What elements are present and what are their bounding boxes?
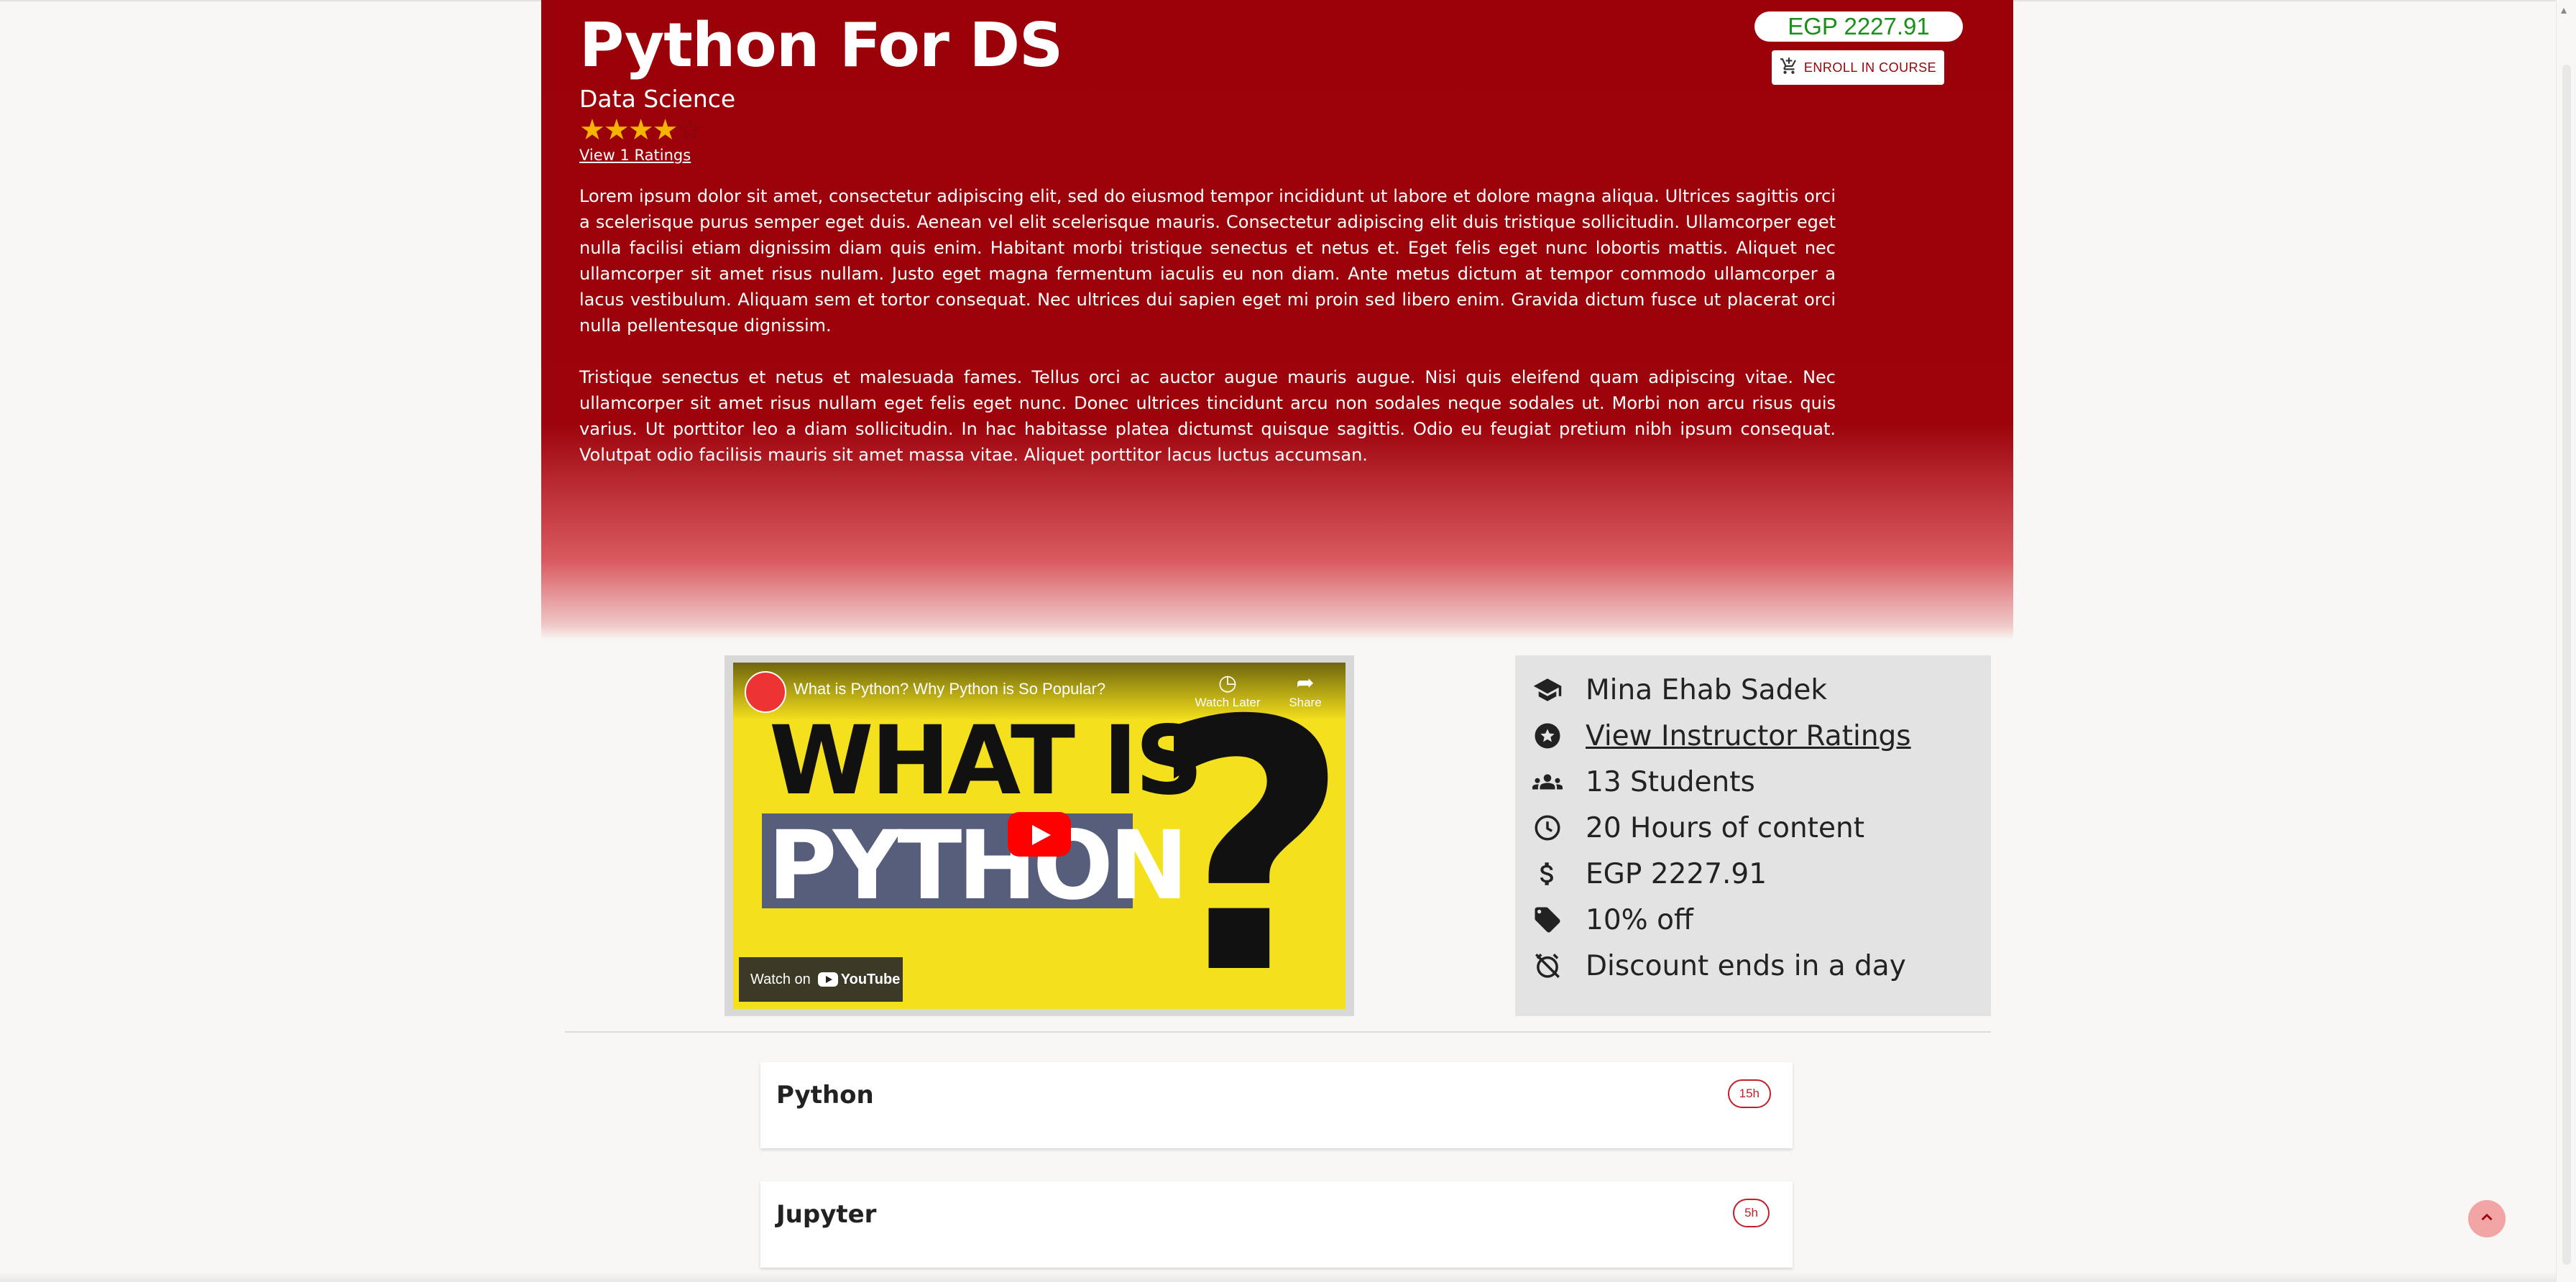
cart-icon [1780,57,1798,79]
enroll-label: ENROLL IN COURSE [1803,60,1937,75]
section-name: Python [776,1081,874,1110]
info-price: EGP 2227.91 [1531,851,1991,897]
scroll-up-arrow-icon[interactable]: ▴ [2561,3,2567,17]
rating-stars: ★★★★☆ [579,114,702,147]
thumbnail-text-line2: PYTHON [768,811,1189,921]
thumbnail-question-mark: ? [1150,663,1346,1010]
youtube-icon [817,972,838,987]
chevron-up-icon [2478,1208,2496,1230]
course-category: Data Science [579,85,736,113]
watch-on-label: Watch on [750,971,811,987]
thumbnail-text-line1: WHAT IS [769,706,1203,816]
section-duration-badge: 15h [1727,1079,1771,1108]
watch-on-youtube-button[interactable]: Watch on YouTube [739,957,903,1002]
section-duration-badge: 5h [1733,1199,1770,1227]
video-header: What is Python? Why Python is So Popular… [733,663,1346,720]
description-paragraph: Tristique senectus et netus et malesuada… [579,367,1836,465]
play-icon[interactable] [1008,812,1071,857]
scroll-to-top-button[interactable] [2468,1200,2506,1237]
clock-icon: ◷ [1218,671,1238,695]
bottom-shade [0,1272,2556,1282]
star-icon: ★ [603,114,630,147]
video-frame: WHAT IS PYTHON ? What is Python? Why Pyt… [724,655,1354,1016]
section-name: Jupyter [776,1200,877,1229]
tag-icon [1531,903,1564,936]
info-discount: 10% off [1531,897,1991,943]
alarm-off-icon [1531,949,1564,982]
course-title: Python For DS [579,10,1063,81]
price-value: EGP 2227.91 [1586,857,1767,890]
youtube-logo: YouTube [817,971,901,988]
youtube-label: YouTube [840,971,901,987]
graduation-cap-icon [1531,673,1564,706]
dollar-icon [1531,857,1564,890]
students-count: 13 Students [1586,765,1755,798]
star-badge-icon [1531,719,1564,752]
info-discount-ends: Discount ends in a day [1531,943,1991,989]
enroll-button[interactable]: ENROLL IN COURSE [1772,50,1944,85]
instructor-name: Mina Ehab Sadek [1586,673,1827,706]
discount-value: 10% off [1586,903,1693,936]
course-description: Lorem ipsum dolor sit amet, consectetur … [579,183,1836,494]
info-instructor-ratings: View Instructor Ratings [1531,713,1991,759]
page-scrollbar[interactable]: ▴ [2556,0,2576,1282]
share-label: Share [1289,696,1322,709]
instructor-ratings-link[interactable]: View Instructor Ratings [1586,720,1911,752]
description-paragraph: Lorem ipsum dolor sit amet, consectetur … [579,186,1836,336]
course-hero: Python For DS Data Science ★★★★☆ View 1 … [541,0,2013,640]
section-divider [565,1031,1991,1033]
view-ratings-link[interactable]: View 1 Ratings [579,147,691,164]
star-empty-icon: ☆ [676,114,702,147]
video-player[interactable]: WHAT IS PYTHON ? What is Python? Why Pyt… [733,663,1346,1009]
content-hours: 20 Hours of content [1586,811,1864,844]
info-hours: 20 Hours of content [1531,805,1991,851]
course-info-panel: Mina Ehab Sadek View Instructor Ratings … [1515,655,1991,1016]
watch-later-label: Watch Later [1195,696,1261,709]
video-title[interactable]: What is Python? Why Python is So Popular… [794,680,1105,698]
watch-later-button[interactable]: ◷ Watch Later [1184,671,1271,710]
discount-ends: Discount ends in a day [1586,949,1906,982]
people-icon [1531,765,1564,798]
scrollbar-thumb[interactable] [2562,65,2571,1265]
star-icon: ★ [652,114,678,147]
share-icon: ➦ [1296,671,1315,695]
channel-avatar[interactable] [745,671,786,713]
share-button[interactable]: ➦ Share [1262,671,1346,710]
info-instructor: Mina Ehab Sadek [1531,667,1991,713]
star-icon: ★ [627,114,654,147]
clock-icon [1531,811,1564,844]
price-badge: EGP 2227.91 [1754,11,1963,42]
info-students: 13 Students [1531,759,1991,805]
star-icon: ★ [579,114,605,147]
course-section[interactable]: Python 15h [760,1062,1793,1148]
course-section[interactable]: Jupyter 5h [760,1181,1793,1268]
